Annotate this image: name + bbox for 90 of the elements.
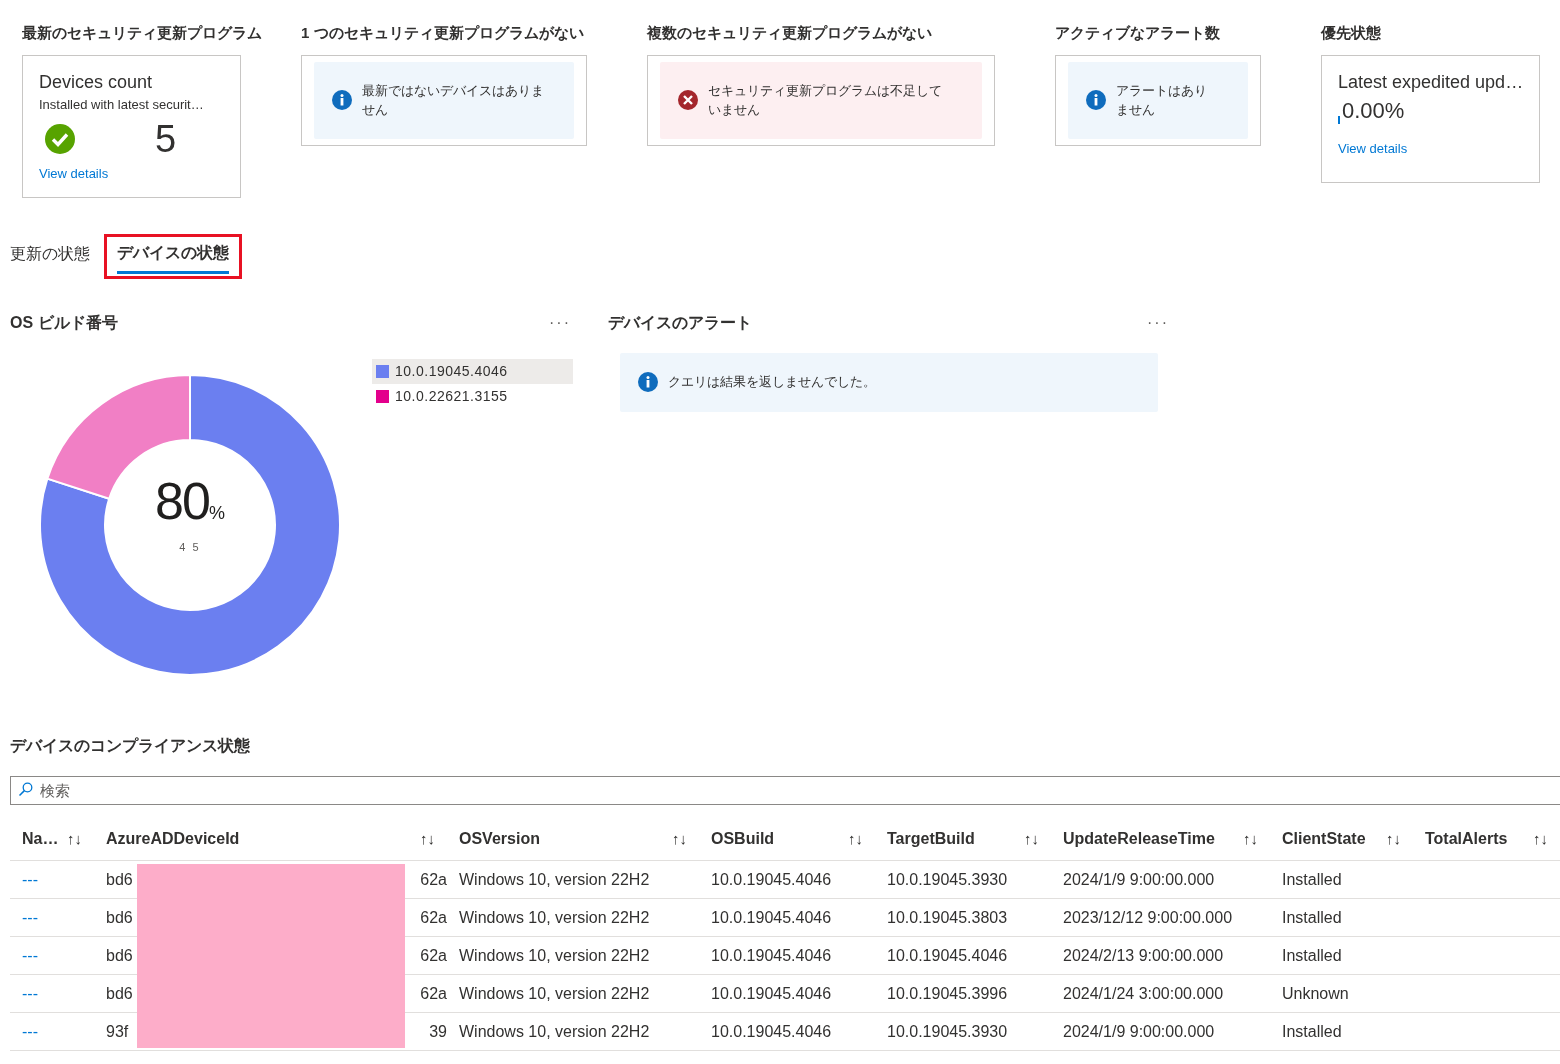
section-title: デバイスのコンプライアンス状態 <box>9 735 250 756</box>
check-icon <box>45 123 75 154</box>
info-icon <box>332 90 352 110</box>
error-icon <box>678 90 698 110</box>
table-cell: 2024/2/13 9:00:00.000 <box>1063 946 1224 964</box>
tile-heading: 1 つのセキュリティ更新プログラムがない <box>301 23 584 43</box>
table-cell: Installed <box>1282 1022 1342 1040</box>
info-icon <box>638 372 658 392</box>
column-header[interactable]: TargetBuild <box>887 827 975 852</box>
table-cell: 2024/1/9 9:00:00.000 <box>1063 1022 1215 1040</box>
column-header[interactable]: OSBuild <box>711 827 775 852</box>
message-text: 最新ではないデバイスはありません <box>362 82 544 119</box>
table-cell: 10.0.19045.4046 <box>711 1022 832 1040</box>
table-cell-text: 62a <box>420 869 447 890</box>
table-cell-text: 62a <box>420 983 447 1004</box>
table-cell-text: bd6 <box>106 945 133 966</box>
view-details-link[interactable]: View details <box>1338 140 1408 156</box>
table-cell: 2023/12/12 9:00:00.000 <box>1063 908 1233 926</box>
table-cell: 2024/1/24 3:00:00.000 <box>1063 984 1224 1002</box>
message-text: アラートはありません <box>1116 82 1208 119</box>
search-icon <box>18 781 33 797</box>
tab[interactable]: 更新の状態 <box>10 240 90 272</box>
table-cell: Windows 10, version 22H2 <box>459 946 650 964</box>
message-text: セキュリティ更新プログラムは不足していません <box>708 82 943 119</box>
name-link[interactable]: --- <box>22 870 38 888</box>
table-cell: 10.0.19045.3803 <box>887 908 1008 926</box>
name-link[interactable]: --- <box>22 1022 38 1040</box>
table-cell: 10.0.19045.4046 <box>711 984 832 1002</box>
table-cell-text: 93f <box>106 1021 129 1042</box>
table-cell: Installed <box>1282 946 1342 964</box>
card-title: Latest expedited upd… <box>1338 71 1524 92</box>
table-cell-text: 62a <box>420 907 447 928</box>
bar-marker <box>1338 115 1340 124</box>
table-cell: Windows 10, version 22H2 <box>459 984 650 1002</box>
sort-icon[interactable]: ↑↓ <box>1386 828 1401 851</box>
table-cell: 10.0.19045.4046 <box>887 946 1008 964</box>
name-link[interactable]: --- <box>22 984 38 1002</box>
sort-icon[interactable]: ↑↓ <box>1024 828 1039 851</box>
section-title: デバイスのアラート <box>608 312 752 333</box>
table-cell: 2024/1/9 9:00:00.000 <box>1063 870 1215 888</box>
center-caption: 4 5 <box>179 539 201 555</box>
table-cell: 10.0.19045.3996 <box>887 984 1008 1002</box>
table-cell: 10.0.19045.3930 <box>887 870 1008 888</box>
tile-heading: 複数のセキュリティ更新プログラムがない <box>647 23 932 43</box>
count-value: 5 <box>155 118 177 159</box>
column-header[interactable]: OSVersion <box>459 827 540 852</box>
column-header[interactable]: AzureADDeviceId <box>106 827 240 852</box>
legend-label[interactable]: 10.0.22621.3155 <box>395 385 508 407</box>
more-options-button[interactable]: ··· <box>545 310 575 335</box>
table-cell: 10.0.19045.3930 <box>887 1022 1008 1040</box>
table-cell-text: 62a <box>420 945 447 966</box>
table-cell: Windows 10, version 22H2 <box>459 870 650 888</box>
chart-title: OS ビルド番号 <box>10 312 118 333</box>
more-options-button[interactable]: ··· <box>1143 310 1173 335</box>
tile-heading: 優先状態 <box>1321 23 1381 43</box>
name-link[interactable]: --- <box>22 946 38 964</box>
table-cell-text: bd6 <box>106 907 133 928</box>
center-value: 80% <box>155 474 225 532</box>
table-cell: 10.0.19045.4046 <box>711 870 832 888</box>
table-cell: Windows 10, version 22H2 <box>459 908 650 926</box>
message-text: クエリは結果を返しませんでした。 <box>668 373 876 392</box>
sort-icon[interactable]: ↑↓ <box>420 828 435 851</box>
table-cell: Installed <box>1282 908 1342 926</box>
tile-heading: アクティブなアラート数 <box>1055 23 1220 43</box>
tab[interactable]: デバイスの状態 <box>117 238 229 274</box>
column-header[interactable]: UpdateReleaseTime <box>1063 827 1215 852</box>
table-cell-text: bd6 <box>106 983 133 1004</box>
info-icon <box>1086 90 1106 110</box>
card-subtitle: Installed with latest securit… <box>39 95 204 114</box>
column-header[interactable]: ClientState <box>1282 827 1366 852</box>
tile-heading: 最新のセキュリティ更新プログラム <box>22 23 262 43</box>
sort-icon[interactable]: ↑↓ <box>672 828 687 851</box>
sort-icon[interactable]: ↑↓ <box>1533 828 1548 851</box>
table-cell: Installed <box>1282 870 1342 888</box>
sort-icon[interactable]: ↑↓ <box>848 828 863 851</box>
column-header[interactable]: Na… <box>22 827 59 852</box>
table-cell: Windows 10, version 22H2 <box>459 1022 650 1040</box>
column-header[interactable]: TotalAlerts <box>1425 827 1508 852</box>
sort-icon[interactable]: ↑↓ <box>1243 828 1258 851</box>
search-field[interactable]: 検索 <box>10 775 1560 805</box>
name-link[interactable]: --- <box>22 908 38 926</box>
sort-icon[interactable]: ↑↓ <box>67 828 82 851</box>
table-cell-text: 39 <box>429 1021 447 1042</box>
table-cell-text: bd6 <box>106 869 133 890</box>
percent-value: 0.00% <box>1342 97 1405 124</box>
table-cell: 10.0.19045.4046 <box>711 908 832 926</box>
table-cell: 10.0.19045.4046 <box>711 946 832 964</box>
card-title: Devices count <box>39 71 153 92</box>
table-cell: Unknown <box>1282 984 1349 1002</box>
view-details-link[interactable]: View details <box>39 165 109 181</box>
